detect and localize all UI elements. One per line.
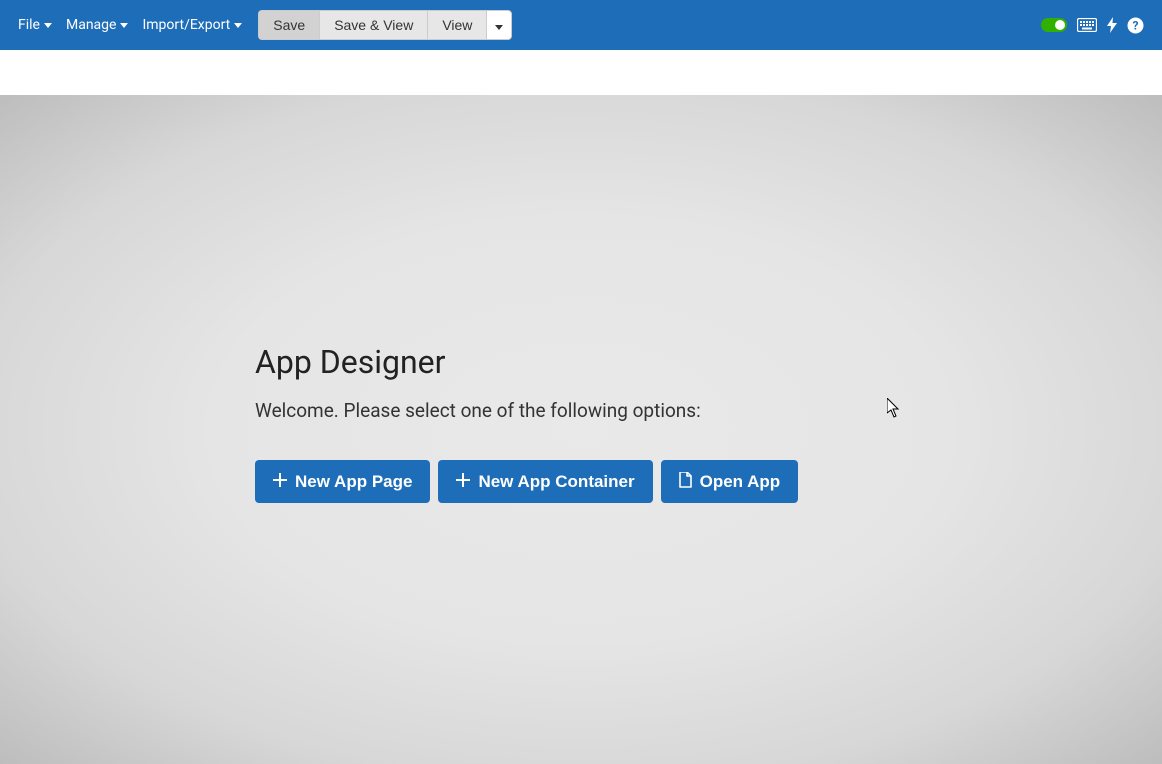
import-export-menu[interactable]: Import/Export [142,17,242,33]
manage-menu-label: Manage [66,17,116,33]
file-menu-label: File [18,17,40,33]
open-app-label: Open App [700,473,781,490]
auto-save-toggle[interactable] [1041,18,1067,32]
main-area: App Designer Welcome. Please select one … [0,95,1162,764]
plus-icon [456,473,470,490]
save-view-button[interactable]: Save & View [319,10,427,40]
toolbar: File Manage Import/Export Save Save & Vi… [0,0,1162,50]
toolbar-right: ? [1041,17,1144,34]
plus-icon [273,473,287,490]
manage-menu[interactable]: Manage [66,17,128,33]
secondary-bar [0,50,1162,95]
lightning-icon[interactable] [1107,17,1117,33]
cursor-icon [887,398,901,422]
svg-text:?: ? [1133,18,1139,32]
save-view-button-group: Save Save & View View [258,10,512,40]
page-title: App Designer [255,343,798,381]
new-app-container-button[interactable]: New App Container [438,460,652,503]
caret-down-icon [44,23,52,28]
file-icon [679,472,692,491]
save-button[interactable]: Save [258,10,319,40]
view-dropdown-toggle[interactable] [486,10,512,40]
action-buttons: New App Page New App Container Open App [255,460,798,503]
welcome-panel: App Designer Welcome. Please select one … [255,343,798,503]
caret-down-icon [120,23,128,28]
caret-down-icon [234,23,242,28]
keyboard-icon[interactable] [1077,18,1097,32]
toolbar-menu: File Manage Import/Export [18,17,242,33]
file-menu[interactable]: File [18,17,52,33]
new-app-page-button[interactable]: New App Page [255,460,430,503]
open-app-button[interactable]: Open App [661,460,799,503]
help-icon[interactable]: ? [1127,17,1144,34]
import-export-menu-label: Import/Export [142,17,230,33]
page-subtitle: Welcome. Please select one of the follow… [255,399,798,422]
new-app-page-label: New App Page [295,473,412,490]
view-button[interactable]: View [427,10,486,40]
new-app-container-label: New App Container [478,473,634,490]
caret-down-icon [495,17,503,33]
